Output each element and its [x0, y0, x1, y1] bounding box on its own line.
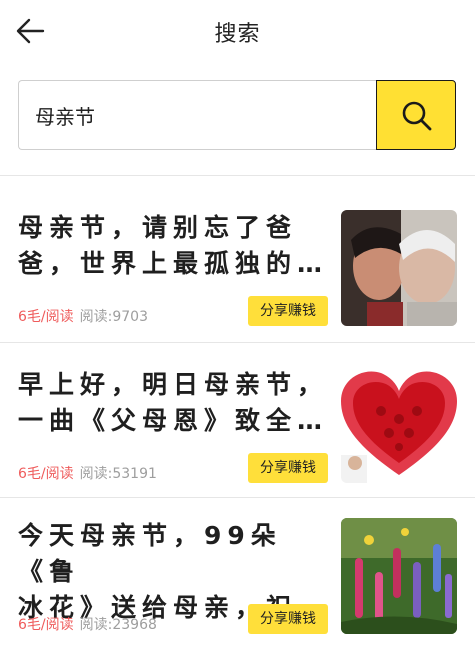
- search-icon: [402, 101, 432, 131]
- search-field[interactable]: [18, 80, 378, 150]
- share-earn-button[interactable]: 分享赚钱: [248, 604, 328, 634]
- header: 搜索: [0, 0, 475, 62]
- article-meta: 6毛/阅读 阅读:53191: [18, 463, 157, 483]
- article-item[interactable]: 母亲节，请别忘了爸 爸，世界上最孤独的… 6毛/阅读 阅读:9703 分享赚钱: [0, 188, 475, 340]
- article-title[interactable]: 早上好，明日母亲节， 一曲《父母恩》致全…: [18, 367, 334, 439]
- lupine-flowers-photo: [341, 518, 457, 634]
- article-item[interactable]: 今天母亲节，99朵《鲁 冰花》送给母亲，祝… 6毛/阅读 阅读:23968 分享赚…: [0, 496, 475, 648]
- article-meta: 6毛/阅读 阅读:9703: [18, 306, 148, 326]
- search-bar: [18, 80, 456, 150]
- page-title: 搜索: [214, 22, 261, 47]
- divider: [0, 175, 475, 176]
- search-button[interactable]: [376, 80, 456, 150]
- article-thumbnail[interactable]: [341, 518, 457, 634]
- article-thumbnail[interactable]: [341, 367, 457, 483]
- price-per-read: 6毛/阅读: [18, 466, 74, 482]
- read-count: 阅读:9703: [79, 309, 148, 325]
- article-item[interactable]: 早上好，明日母亲节， 一曲《父母恩》致全… 6毛/阅读 阅读:53191 分享赚钱: [0, 345, 475, 497]
- price-per-read: 6毛/阅读: [18, 309, 74, 325]
- carnation-heart-photo: [341, 367, 457, 483]
- article-thumbnail[interactable]: [341, 210, 457, 326]
- read-count: 阅读:23968: [79, 617, 157, 633]
- article-title[interactable]: 母亲节，请别忘了爸 爸，世界上最孤独的…: [18, 210, 334, 282]
- read-count: 阅读:53191: [79, 466, 157, 482]
- article-meta: 6毛/阅读 阅读:23968: [18, 614, 157, 634]
- share-earn-button[interactable]: 分享赚钱: [248, 296, 328, 326]
- search-input[interactable]: [35, 81, 365, 149]
- elderly-people-photo: [341, 210, 457, 326]
- share-earn-button[interactable]: 分享赚钱: [248, 453, 328, 483]
- divider: [0, 342, 475, 343]
- price-per-read: 6毛/阅读: [18, 617, 74, 633]
